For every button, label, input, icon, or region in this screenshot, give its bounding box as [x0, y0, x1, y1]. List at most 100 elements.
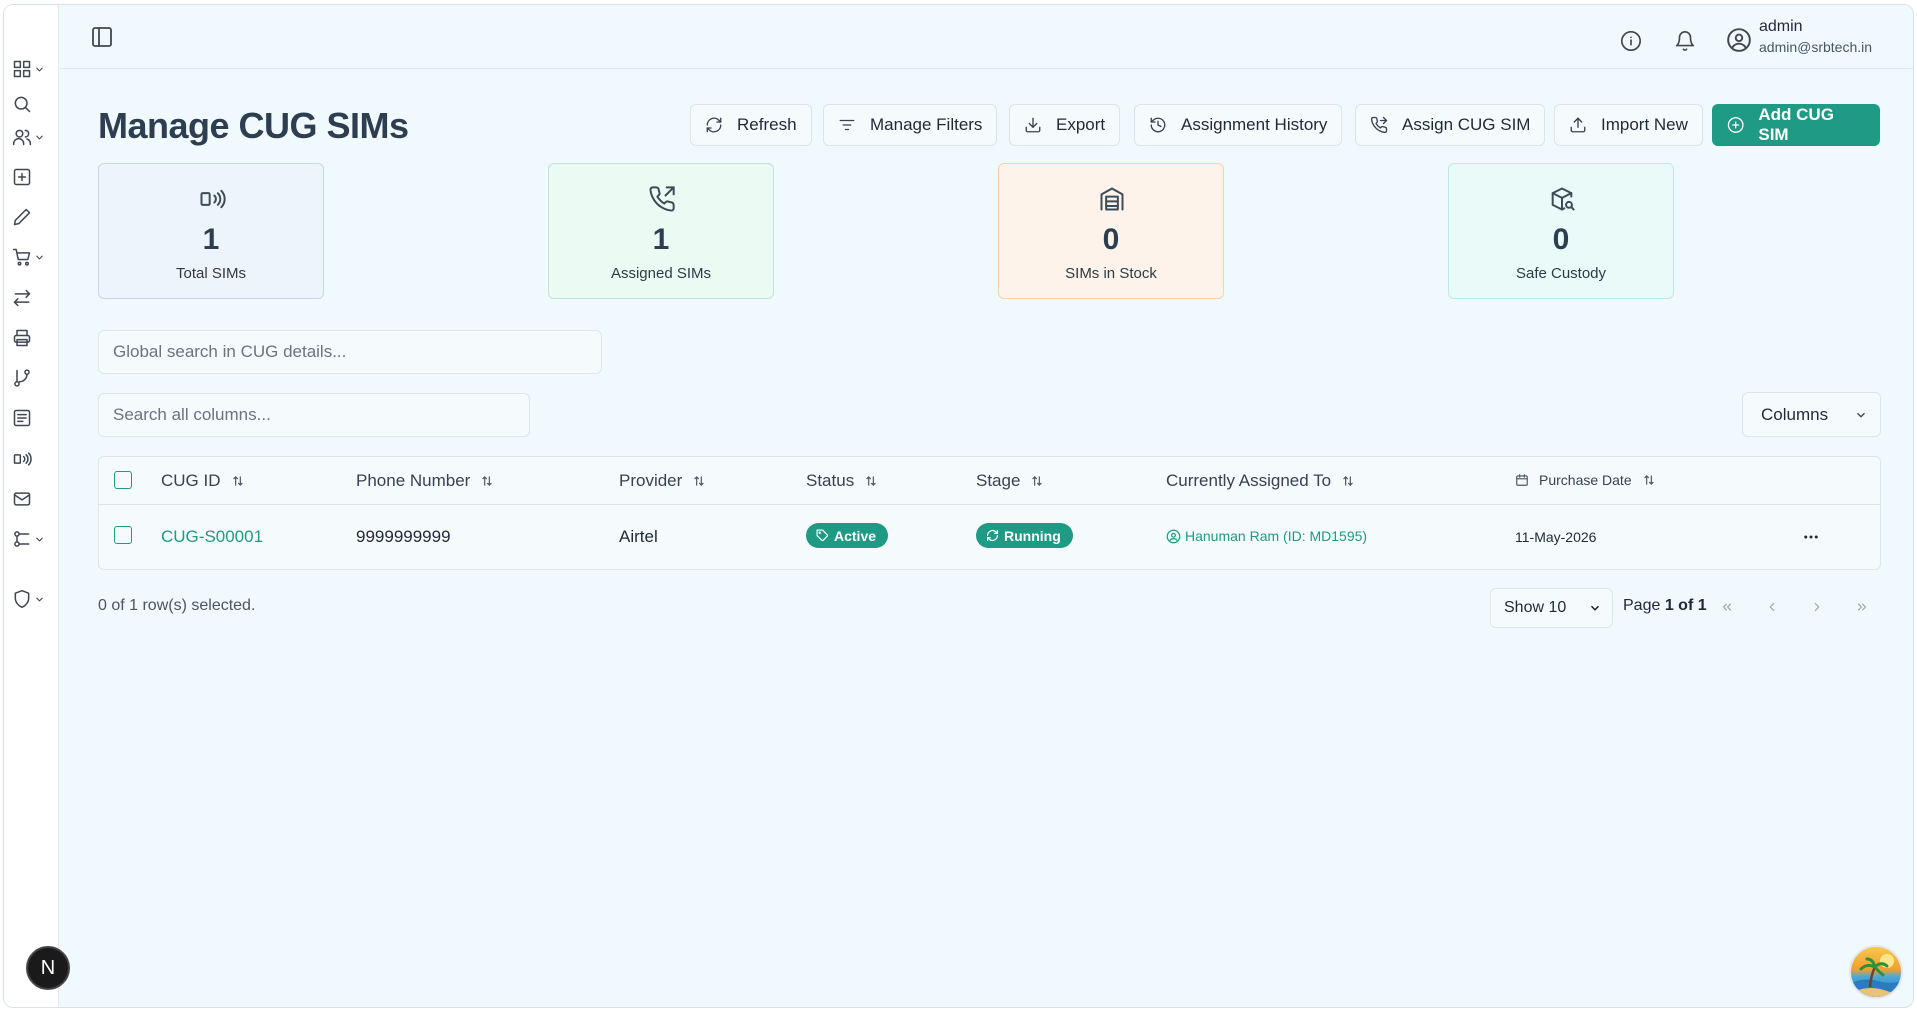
sort-arrows-icon: [232, 476, 243, 486]
page-size-select[interactable]: Show 10: [1490, 588, 1613, 628]
column-header-label: Phone Number: [356, 471, 471, 490]
column-header-purchase-date[interactable]: Purchase Date: [1515, 472, 1656, 488]
sidebar-item-users[interactable]: [12, 124, 45, 150]
sidebar-item-transfer[interactable]: [12, 285, 32, 311]
info-button[interactable]: [1617, 27, 1645, 55]
column-header-label: Status: [806, 471, 855, 490]
global-search-input[interactable]: Global search in CUG details...: [98, 330, 602, 374]
refresh-icon: [706, 117, 722, 133]
column-header-label: Currently Assigned To: [1166, 471, 1332, 490]
add-cug-sim-button[interactable]: Add CUG SIM: [1712, 104, 1880, 146]
chevrons-right-icon: [1857, 603, 1867, 611]
manage-filters-button[interactable]: Manage Filters: [823, 104, 998, 146]
row-actions-button[interactable]: [1799, 525, 1823, 549]
mail-icon: [13, 492, 31, 506]
sidebar-item-cart[interactable]: [12, 244, 45, 270]
columns-button[interactable]: Columns: [1742, 392, 1881, 437]
sidebar-item-search[interactable]: [12, 91, 32, 117]
export-button[interactable]: Export: [1009, 104, 1121, 146]
assigned-to-label: Hanuman Ram (ID: MD1595): [1185, 528, 1368, 544]
last-page-button[interactable]: [1844, 589, 1880, 625]
stage-label: Running: [1004, 527, 1061, 544]
users-icon: [12, 129, 32, 146]
sidebar-item-workflow[interactable]: [12, 526, 45, 552]
column-header-cug-id[interactable]: CUG ID: [161, 471, 245, 491]
chevron-left-icon: [1769, 602, 1775, 612]
calendar-icon: [1516, 474, 1528, 486]
previous-page-button[interactable]: [1754, 589, 1790, 625]
search-all-columns-input[interactable]: Search all columns...: [98, 393, 530, 437]
bell-icon: [1675, 31, 1695, 52]
refresh-button[interactable]: Refresh: [690, 104, 812, 146]
assignment-history-button[interactable]: Assignment History: [1134, 104, 1343, 146]
sidebar-item-dashboard[interactable]: [12, 56, 45, 82]
sidebar-item-branch[interactable]: [12, 365, 32, 391]
row-select-checkbox[interactable]: [114, 526, 132, 544]
stat-label: Safe Custody: [1515, 265, 1607, 282]
assigned-to-link[interactable]: Hanuman Ram (ID: MD1595): [1166, 528, 1367, 544]
user-email: admin@srbtech.in: [1759, 39, 1873, 55]
sidebar-item-list[interactable]: [12, 405, 32, 431]
chevron-down-icon: [36, 597, 43, 601]
import-new-button[interactable]: Import New: [1554, 104, 1703, 146]
stat-value: 1: [652, 223, 670, 256]
assistant-avatar-button[interactable]: [1849, 945, 1903, 999]
stat-card-total-sims: 1 Total SIMs: [98, 163, 324, 299]
chevron-down-icon: [36, 67, 43, 71]
first-page-button[interactable]: [1709, 589, 1745, 625]
info-icon: [1621, 31, 1641, 51]
add-cug-sim-label: Add CUG SIM: [1758, 105, 1834, 144]
sort-arrows-icon: [1343, 476, 1353, 486]
cug-sims-table: CUG ID Phone Number Provider Status Stag…: [98, 456, 1881, 570]
column-header-currently-assigned-to[interactable]: Currently Assigned To: [1166, 471, 1355, 491]
chevron-down-icon: [1591, 605, 1600, 611]
sidebar-item-sims[interactable]: [12, 446, 32, 472]
sidebar-item-print[interactable]: [12, 325, 32, 351]
column-header-provider[interactable]: Provider: [619, 471, 706, 491]
next-page-button[interactable]: [1799, 589, 1835, 625]
column-header-stage[interactable]: Stage: [976, 471, 1044, 491]
notifications-button[interactable]: [1671, 27, 1699, 55]
dev-tools-badge[interactable]: N: [26, 946, 70, 990]
layout-grid-icon: [13, 60, 31, 78]
sidebar-toggle-button[interactable]: [88, 23, 116, 51]
user-avatar[interactable]: [1724, 25, 1754, 55]
printer-icon: [13, 329, 31, 347]
column-header-status[interactable]: Status: [806, 471, 878, 491]
table-header: CUG ID Phone Number Provider Status Stag…: [99, 457, 1880, 505]
status-label: Active: [834, 527, 877, 544]
refresh-label: Refresh: [737, 115, 797, 134]
cug-id-link[interactable]: CUG-S00001: [161, 527, 263, 547]
sort-arrows-icon: [866, 476, 876, 486]
stat-card-safe-custody: 0 Safe Custody: [1448, 163, 1674, 299]
sidebar-item-add[interactable]: [12, 164, 32, 190]
assign-cug-sim-button[interactable]: Assign CUG SIM: [1355, 104, 1546, 146]
user-name[interactable]: admin: [1759, 18, 1803, 36]
column-header-label: Provider: [619, 471, 683, 490]
sort-arrows-icon: [1643, 475, 1654, 485]
column-header-phone-number[interactable]: Phone Number: [356, 471, 494, 491]
sidebar: N: [4, 5, 70, 1007]
stat-label: SIMs in Stock: [1065, 265, 1157, 282]
arrows-left-right-icon: [13, 289, 31, 307]
history-icon: [1150, 117, 1166, 133]
refresh-icon: [987, 530, 998, 541]
provider-cell: Airtel: [619, 527, 658, 546]
select-all-checkbox[interactable]: [114, 471, 132, 489]
shield-icon: [14, 589, 30, 609]
app-window: N admin admin@srbtech.in Manage CUG SIMs…: [3, 4, 1914, 1008]
upload-icon: [1570, 117, 1586, 133]
phone-number-cell: 9999999999: [356, 527, 451, 546]
sort-arrows-icon: [482, 476, 493, 486]
download-icon: [1025, 117, 1041, 133]
package-search-icon: [1551, 187, 1575, 211]
chevron-down-icon: [1857, 412, 1866, 418]
sidebar-item-security[interactable]: [12, 586, 45, 612]
sidebar-item-mail[interactable]: [12, 486, 32, 512]
column-header-label: Stage: [976, 471, 1021, 490]
workflow-icon: [14, 531, 30, 547]
stat-value: 1: [202, 223, 220, 256]
page-size-value: Show 10: [1504, 599, 1567, 616]
sidebar-item-edit[interactable]: [12, 204, 32, 230]
columns-label: Columns: [1761, 404, 1829, 424]
